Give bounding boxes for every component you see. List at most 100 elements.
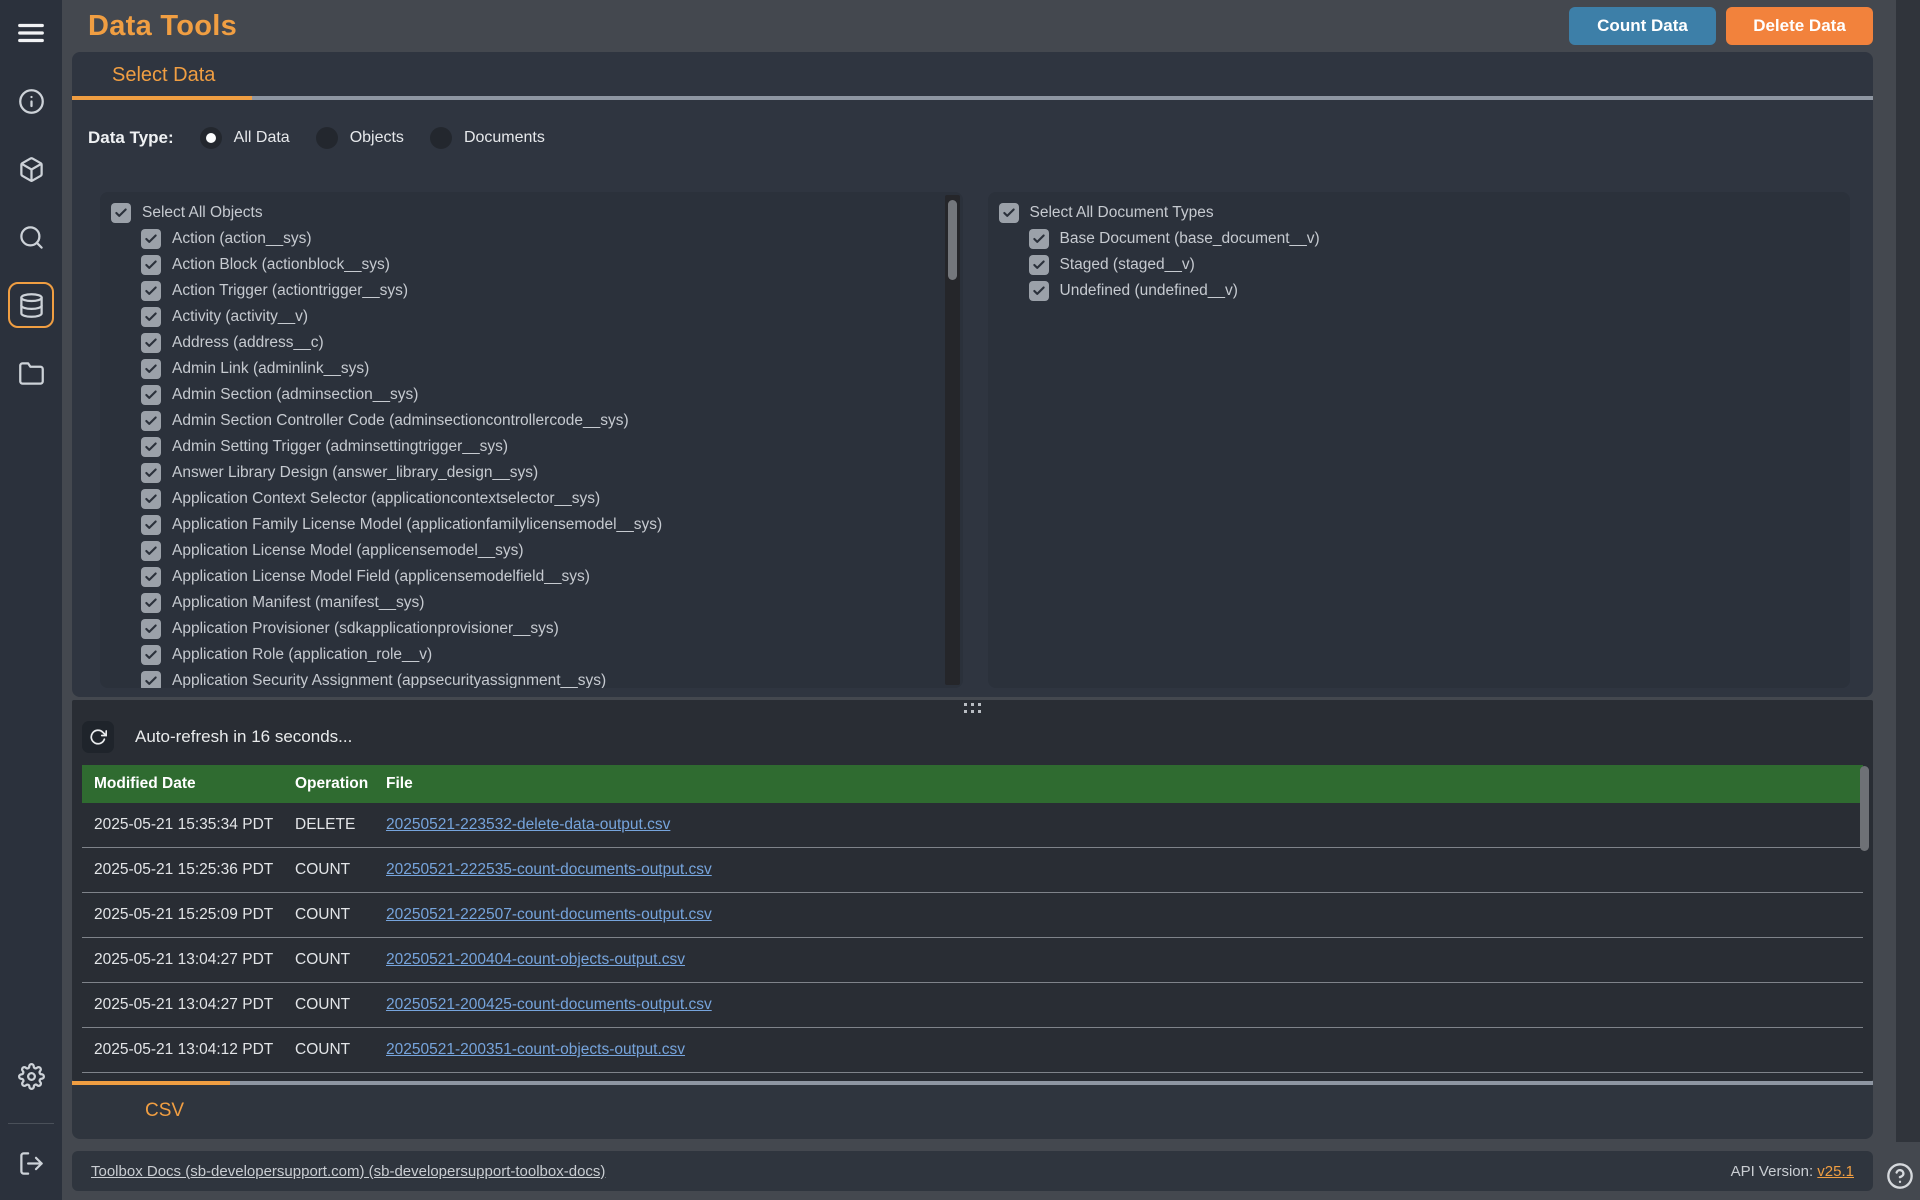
folder-icon <box>18 360 45 387</box>
cell-modified-date: 2025-05-21 15:25:36 PDT <box>82 861 283 879</box>
panel-resize-handle[interactable] <box>72 700 1873 716</box>
object-type-row[interactable]: Application License Model (applicensemod… <box>100 538 963 564</box>
object-type-row[interactable]: Activity (activity__v) <box>100 304 963 330</box>
select-all-document-types-label: Select All Document Types <box>1030 204 1214 222</box>
file-link[interactable]: 20250521-222535-count-documents-output.c… <box>386 861 712 878</box>
objects-panel-scrollbar-thumb[interactable] <box>948 200 957 280</box>
sidebar-item-files[interactable] <box>8 350 54 396</box>
checkbox-checked-icon <box>141 593 161 613</box>
sidebar-item-settings[interactable] <box>8 1053 54 1099</box>
toolbox-docs-link[interactable]: Toolbox Docs (sb-developersupport.com) (… <box>91 1163 605 1180</box>
object-type-row[interactable]: Answer Library Design (answer_library_de… <box>100 460 963 486</box>
api-version-link[interactable]: v25.1 <box>1817 1163 1854 1180</box>
page-scrollbar-gutter[interactable] <box>1896 0 1920 1142</box>
table-row: 2025-05-21 13:04:27 PDT COUNT 20250521-2… <box>82 983 1863 1028</box>
objects-panel-scrollbar[interactable] <box>945 195 960 685</box>
api-version: API Version: v25.1 <box>1731 1163 1854 1180</box>
object-type-label: Application Role (application_role__v) <box>172 646 432 664</box>
object-type-row[interactable]: Application Family License Model (applic… <box>100 512 963 538</box>
cell-modified-date: 2025-05-21 13:04:12 PDT <box>82 1041 283 1059</box>
sidebar-item-search[interactable] <box>8 214 54 260</box>
results-table: Modified Date Operation File 2025-05-21 … <box>82 765 1863 1081</box>
results-scrollbar-thumb[interactable] <box>1860 766 1869 851</box>
refresh-icon <box>89 728 107 746</box>
object-type-row[interactable]: Admin Link (adminlink__sys) <box>100 356 963 382</box>
menu-button[interactable] <box>8 10 54 56</box>
table-row: 2025-05-21 15:25:09 PDT COUNT 20250521-2… <box>82 893 1863 938</box>
logout-button[interactable] <box>8 1140 54 1186</box>
object-type-label: Action Block (actionblock__sys) <box>172 256 390 274</box>
tab-indicator-active <box>72 96 252 100</box>
object-type-label: Action Trigger (actiontrigger__sys) <box>172 282 408 300</box>
document-type-label: Undefined (undefined__v) <box>1060 282 1238 300</box>
csv-tab-indicator-track <box>72 1081 1873 1085</box>
object-type-row[interactable]: Action Block (actionblock__sys) <box>100 252 963 278</box>
object-type-row[interactable]: Application Security Assignment (appsecu… <box>100 668 963 688</box>
help-button[interactable] <box>1886 1162 1914 1190</box>
file-link[interactable]: 20250521-200404-count-objects-output.csv <box>386 951 685 968</box>
cell-operation: DELETE <box>283 816 374 834</box>
count-data-button[interactable]: Count Data <box>1569 7 1716 45</box>
tab-csv[interactable]: CSV <box>145 1100 184 1122</box>
checkbox-checked-icon <box>141 489 161 509</box>
document-type-row[interactable]: Base Document (base_document__v) <box>988 226 1851 252</box>
object-type-row[interactable]: Admin Section Controller Code (adminsect… <box>100 408 963 434</box>
delete-data-button[interactable]: Delete Data <box>1726 7 1873 45</box>
sidebar-item-data-tools[interactable] <box>8 282 54 328</box>
results-section: Auto-refresh in 16 seconds... Modified D… <box>72 700 1873 1081</box>
object-type-row[interactable]: Admin Section (adminsection__sys) <box>100 382 963 408</box>
checkbox-checked-icon <box>1029 229 1049 249</box>
object-type-row[interactable]: Admin Setting Trigger (adminsettingtrigg… <box>100 434 963 460</box>
checkbox-checked-icon <box>141 541 161 561</box>
file-link[interactable]: 20250521-223532-delete-data-output.csv <box>386 816 670 833</box>
select-all-document-types-row[interactable]: Select All Document Types <box>988 200 1851 226</box>
select-all-objects-row[interactable]: Select All Objects <box>100 200 963 226</box>
document-type-row[interactable]: Staged (staged__v) <box>988 252 1851 278</box>
file-link[interactable]: 20250521-200351-count-objects-output.csv <box>386 1041 685 1058</box>
sidebar-item-info[interactable] <box>8 78 54 124</box>
object-type-label: Application Context Selector (applicatio… <box>172 490 600 508</box>
checkbox-checked-icon <box>141 645 161 665</box>
object-type-label: Address (address__c) <box>172 334 324 352</box>
object-type-row[interactable]: Application Manifest (manifest__sys) <box>100 590 963 616</box>
object-type-label: Admin Link (adminlink__sys) <box>172 360 369 378</box>
cell-operation: COUNT <box>283 861 374 879</box>
cell-operation: COUNT <box>283 996 374 1014</box>
object-type-row[interactable]: Application Context Selector (applicatio… <box>100 486 963 512</box>
main-content: Data Tools Count Data Delete Data Select… <box>62 0 1920 1200</box>
object-type-row[interactable]: Action Trigger (actiontrigger__sys) <box>100 278 963 304</box>
sidebar-item-components[interactable] <box>8 146 54 192</box>
objects-panel: Select All Objects Action (action__sys) … <box>100 192 963 688</box>
tab-select-data[interactable]: Select Data <box>112 64 215 87</box>
document-type-row[interactable]: Undefined (undefined__v) <box>988 278 1851 304</box>
checkbox-checked-icon <box>141 385 161 405</box>
data-type-radio-option[interactable]: Documents <box>430 127 545 149</box>
radio-option-label: Objects <box>350 129 404 147</box>
object-type-row[interactable]: Application Role (application_role__v) <box>100 642 963 668</box>
file-link[interactable]: 20250521-222507-count-documents-output.c… <box>386 906 712 923</box>
checkbox-checked-icon <box>141 333 161 353</box>
refresh-button[interactable] <box>82 721 114 753</box>
document-type-label: Base Document (base_document__v) <box>1060 230 1320 248</box>
column-header-operation: Operation <box>283 775 374 793</box>
csv-section: CSV <box>72 1081 1873 1139</box>
file-link[interactable]: 20250521-200425-count-documents-output.c… <box>386 996 712 1013</box>
object-type-row[interactable]: Address (address__c) <box>100 330 963 356</box>
checkbox-checked-icon <box>1029 281 1049 301</box>
cell-operation: COUNT <box>283 906 374 924</box>
data-type-radio-option[interactable]: Objects <box>316 127 404 149</box>
object-type-label: Answer Library Design (answer_library_de… <box>172 464 538 482</box>
select-all-objects-label: Select All Objects <box>142 204 263 222</box>
object-type-row[interactable]: Application Provisioner (sdkapplicationp… <box>100 616 963 642</box>
object-type-label: Activity (activity__v) <box>172 308 308 326</box>
gear-icon <box>18 1063 45 1090</box>
checkbox-checked-icon <box>141 411 161 431</box>
sidebar <box>0 0 62 1200</box>
cell-operation: COUNT <box>283 1041 374 1059</box>
checkbox-checked-icon <box>111 203 131 223</box>
data-type-radio-option[interactable]: All Data <box>200 127 290 149</box>
object-type-row[interactable]: Action (action__sys) <box>100 226 963 252</box>
cell-modified-date: 2025-05-21 15:25:09 PDT <box>82 906 283 924</box>
object-type-row[interactable]: Application License Model Field (applice… <box>100 564 963 590</box>
checkbox-checked-icon <box>141 619 161 639</box>
